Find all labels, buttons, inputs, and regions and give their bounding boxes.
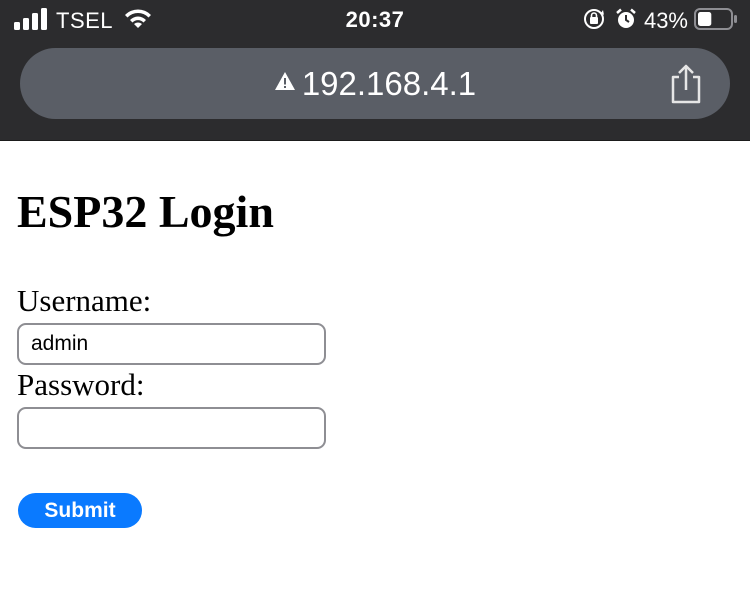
page-title: ESP32 Login (17, 186, 274, 237)
battery-percentage: 43% (643, 8, 688, 33)
alarm-icon (614, 7, 638, 36)
address-bar-content[interactable]: 192.168.4.1 (20, 48, 730, 119)
warning-icon (274, 71, 296, 96)
username-label: Username: (17, 283, 152, 318)
password-label: Password: (17, 367, 145, 402)
username-input[interactable]: admin (17, 323, 326, 365)
submit-button[interactable]: Submit (18, 493, 142, 528)
orientation-lock-icon (582, 7, 606, 36)
web-page: ESP32 Login Username: admin Password: Su… (0, 141, 750, 608)
share-icon[interactable] (668, 64, 704, 104)
address-bar[interactable]: 192.168.4.1 (20, 48, 730, 119)
status-right: 43% (582, 7, 738, 35)
browser-chrome: TSEL 20:37 43% 192.168.4.1 (0, 0, 750, 141)
status-bar: TSEL 20:37 43% (0, 0, 750, 42)
password-input[interactable] (17, 407, 326, 449)
url-text[interactable]: 192.168.4.1 (302, 65, 476, 103)
battery-icon (694, 7, 738, 35)
